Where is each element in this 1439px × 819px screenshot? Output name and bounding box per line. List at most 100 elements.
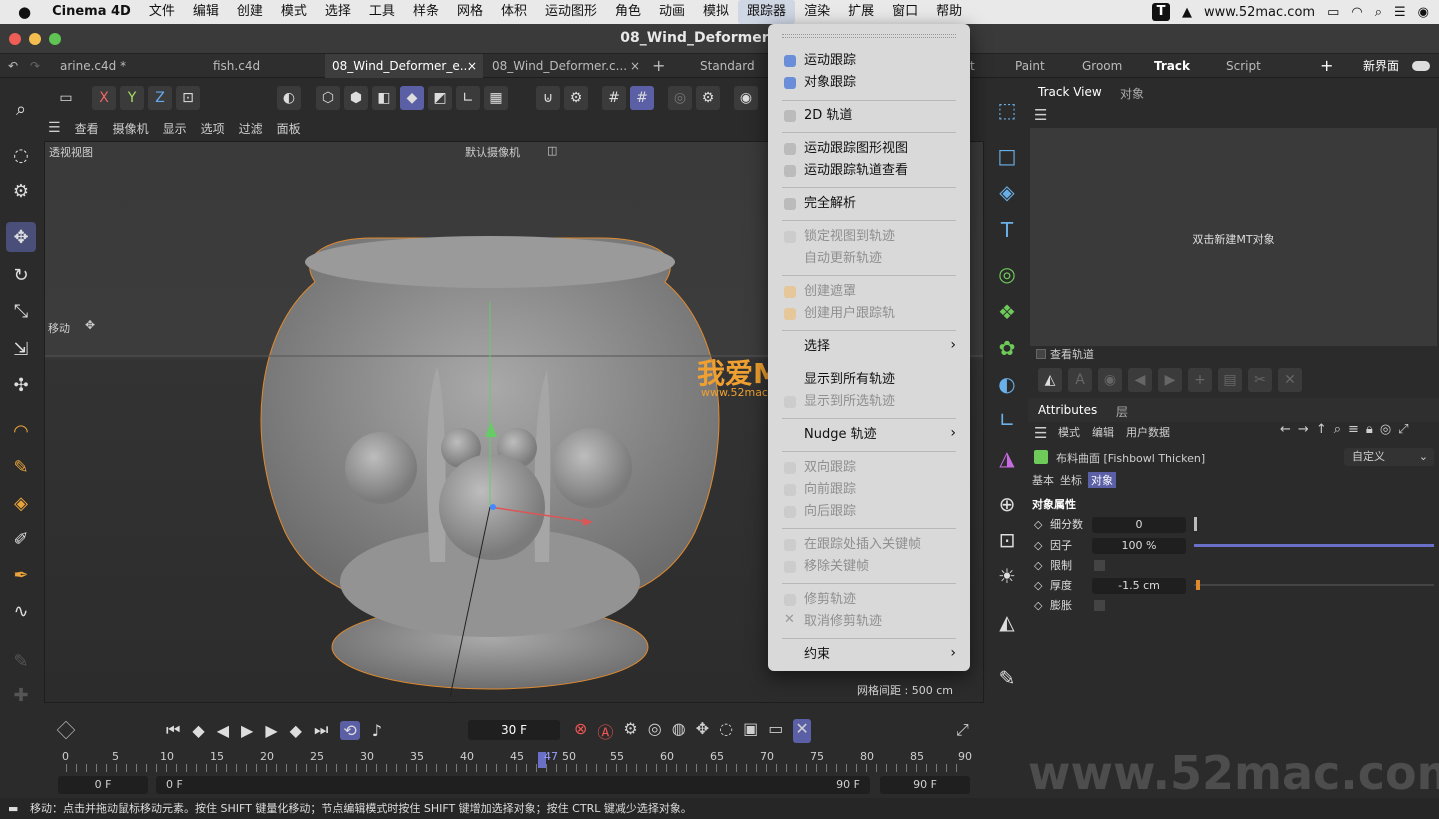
snap-icon[interactable]: ⊍ [536,86,560,110]
time-ruler[interactable]: 0 5 10 15 20 25 30 35 40 45 47 50 55 60 … [58,750,978,774]
expand-timeline-icon[interactable]: ⤢ [956,720,969,740]
scene-camera-icon[interactable]: ⊡ [991,524,1023,556]
menu-2d-track[interactable]: 2D 轨道 [804,106,852,126]
toggle-key-icon[interactable]: ▭ [768,719,783,743]
vp-menu-view[interactable]: 查看 [75,120,99,137]
menu-mode[interactable]: 模式 [272,0,316,24]
y-axis-lock[interactable]: Y [120,86,144,110]
menu-simulate[interactable]: 模拟 [694,0,738,24]
spline-icon[interactable]: ∟ [991,404,1023,436]
object-mode-icon[interactable]: ▭ [54,86,78,110]
workplane-icon[interactable]: # [630,86,654,110]
menu-nudge-track[interactable]: Nudge 轨迹 [804,425,877,445]
redo-icon[interactable]: ↷ [30,54,50,78]
edit-icon[interactable]: ✎ [991,662,1023,694]
layout-partial[interactable]: t [970,54,980,78]
tracker-icon[interactable]: ◭ [991,606,1023,638]
search-icon[interactable]: ⌕ [1334,422,1341,437]
layout-script[interactable]: Script [1226,54,1266,78]
search-icon[interactable]: ⌕ [1375,5,1382,20]
close-icon[interactable]: × [467,54,477,78]
deformer-icon[interactable]: ◐ [991,368,1023,400]
key-settings-icon[interactable]: ⚙ [623,719,637,743]
menu-constraint[interactable]: 约束 [804,645,830,665]
siri-icon[interactable]: ◉ [1418,5,1429,20]
undo-icon[interactable]: ↶ [8,54,28,78]
battery-icon[interactable]: ▭ [1327,5,1339,20]
play-icon[interactable]: ▶ [241,721,253,740]
menu-extensions[interactable]: 扩展 [839,0,883,24]
render-icon[interactable]: ◎ [668,86,692,110]
menu-spline[interactable]: 样条 [404,0,448,24]
camera-add-icon[interactable]: ⬚ [991,94,1023,126]
go-end-icon[interactable]: ⏭ [314,720,328,740]
cut-track-icon[interactable]: ✂ [1248,368,1272,392]
cube-icon[interactable]: □ [991,140,1023,172]
prev-key-icon[interactable]: ◆ [192,721,204,740]
menu-file[interactable]: 文件 [140,0,184,24]
points-mode-icon[interactable]: ⬡ [316,86,340,110]
menu-mograph[interactable]: 运动图形 [536,0,606,24]
preset-dropdown[interactable]: 自定义 ⌄ [1344,448,1434,466]
menu-app[interactable]: Cinema 4D [43,0,140,24]
render-view-icon[interactable]: ◐ [277,86,301,110]
menu-character[interactable]: 角色 [606,0,650,24]
spline-pen-icon[interactable]: ✒ [6,560,36,590]
layout-groom[interactable]: Groom [1082,54,1132,78]
track-view-area[interactable]: 双击新建MT对象 [1030,128,1437,346]
transfer-tool-icon[interactable]: ⇲ [6,334,36,364]
add-track-icon[interactable]: + [1188,368,1212,392]
current-frame-field[interactable]: 30 F [468,720,560,740]
edges-mode-icon[interactable]: ⬢ [344,86,368,110]
menu-motion-tracker[interactable]: 运动跟踪 [804,51,856,71]
apple-icon[interactable]: ● [0,0,43,24]
t-app-icon[interactable]: T [1152,3,1171,21]
vp-menu-display[interactable]: 显示 [163,120,187,137]
menu-graph-view[interactable]: 运动跟踪图形视图 [804,139,908,159]
keyframe-diamond-icon[interactable]: ◇ [1034,536,1042,556]
menu-animate[interactable]: 动画 [650,0,694,24]
brush-tool-icon[interactable]: ✎ [6,452,36,482]
environment-icon[interactable]: ⊕ [991,488,1023,520]
disabled-tool-2-icon[interactable]: ✚ [6,680,36,710]
tab-doc-3[interactable]: 08_Wind_Deformer_e... × [325,54,483,78]
clear-track-icon[interactable]: ✕ [1278,368,1302,392]
menu-volume[interactable]: 体积 [492,0,536,24]
limit-checkbox[interactable] [1094,560,1105,571]
menu-mesh[interactable]: 网格 [448,0,492,24]
primitive-icon[interactable]: ◈ [991,176,1023,208]
move-tool-icon[interactable]: ✥ [6,222,36,252]
vp-menu-camera[interactable]: 摄像机 [113,120,149,137]
menu-tracker[interactable]: 跟踪器 [738,0,796,24]
tab-layers[interactable]: 层 [1116,403,1128,420]
layout-standard[interactable]: Standard [700,54,760,78]
snap-settings-icon[interactable]: ⚙ [564,86,588,110]
hamburger-icon[interactable]: ☰ [48,120,61,136]
key-icon[interactable] [56,720,76,740]
add-layout-icon[interactable]: + [1320,54,1334,78]
new-window-icon[interactable]: ⤢ [1398,422,1408,437]
audio-icon[interactable]: ♪ [372,721,382,740]
hamburger-icon[interactable]: ☰ [1034,424,1047,442]
field-icon[interactable]: ◮ [991,442,1023,474]
search-tool-icon[interactable]: ⌕ [6,94,36,124]
polygons-mode-icon[interactable]: ◧ [372,86,396,110]
menu-track-view[interactable]: 运动跟踪轨道查看 [804,161,908,181]
next-frame-icon[interactable]: ▶ [265,721,277,740]
polygon-pen-icon[interactable]: ◈ [6,488,36,518]
tab-doc-1[interactable]: arine.c4d * [60,54,160,78]
close-icon[interactable]: × [630,54,640,78]
inflate-checkbox[interactable] [1094,600,1105,611]
end-frame-field[interactable]: 90 F [880,776,970,794]
subtab-coords[interactable]: 坐标 [1060,472,1082,488]
tab-objects[interactable]: 对象 [1120,85,1144,102]
axis-tool-icon[interactable]: ✣ [6,370,36,400]
control-center-icon[interactable]: ☰ [1394,5,1406,20]
filter-icon[interactable]: ≡ [1348,422,1359,437]
attr-menu-edit[interactable]: 编辑 [1092,424,1114,440]
model-mode-icon[interactable]: ◆ [400,86,424,110]
loop-icon[interactable]: ⟲ [340,720,360,740]
keyframe-diamond-icon[interactable]: ◇ [1034,515,1042,535]
text-icon[interactable]: T [991,214,1023,246]
toggle-switch[interactable] [1412,54,1432,78]
